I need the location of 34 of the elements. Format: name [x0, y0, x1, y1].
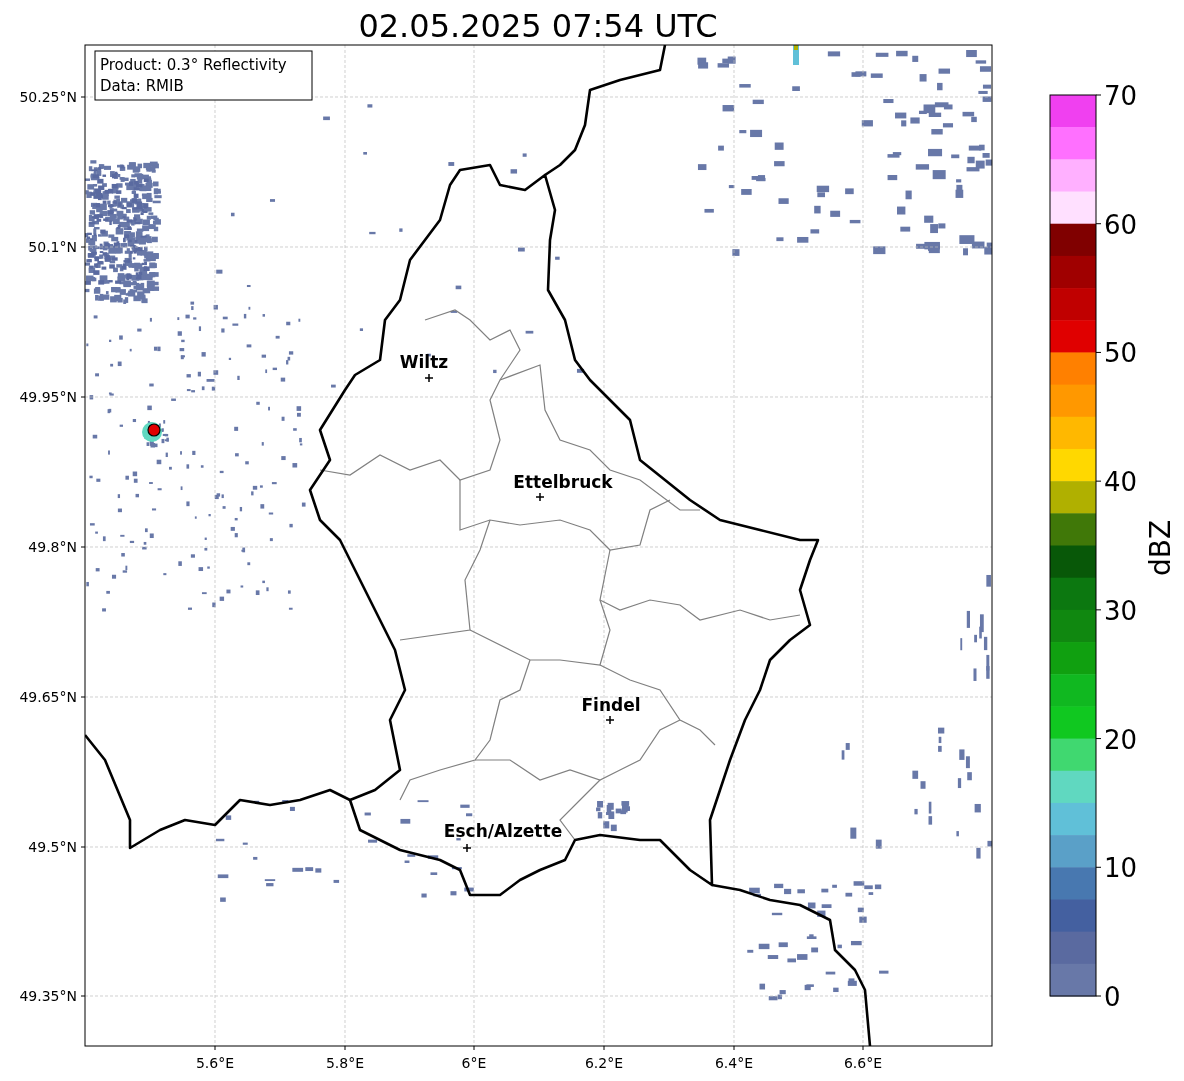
city-marker-icon	[424, 373, 434, 383]
colorbar-tick-label: 10	[1104, 853, 1138, 884]
city-marker-icon	[462, 843, 472, 853]
longitude-tick-label: 6.6°E	[843, 1055, 883, 1071]
colorbar-tick-label: 50	[1104, 338, 1138, 369]
longitude-tick-label: 6.4°E	[714, 1055, 754, 1071]
radar-site-marker	[147, 423, 161, 437]
latitude-tick-label: 49.5°N	[28, 839, 77, 855]
latitude-tick-label: 49.65°N	[19, 689, 77, 705]
colorbar-tick-label: 60	[1104, 209, 1138, 240]
longitude-tick-label: 5.8°E	[325, 1055, 365, 1071]
colorbar-tick-label: 0	[1104, 982, 1121, 1012]
longitude-tick-label: 6.2°E	[584, 1055, 624, 1071]
latitude-tick-label: 50.25°N	[19, 89, 77, 105]
city-marker-icon	[605, 715, 615, 725]
latitude-tick-label: 50.1°N	[28, 239, 77, 255]
colorbar-tick-label: 40	[1104, 467, 1138, 498]
latitude-tick-label: 49.8°N	[28, 539, 77, 555]
city-marker-icon	[535, 492, 545, 502]
colorbar-title: dBZ	[1144, 519, 1177, 577]
latitude-tick-label: 49.95°N	[19, 389, 77, 405]
info-text: Product: 0.3° Reflectivity	[100, 56, 287, 74]
colorbar-tick-label: 70	[1104, 81, 1138, 111]
longitude-tick-label: 6°E	[461, 1055, 487, 1071]
chart-title: 02.05.2025 07:54 UTC	[358, 7, 718, 45]
city-label: Wiltz	[399, 352, 449, 372]
city-label: Ettelbruck	[513, 472, 613, 492]
colorbar-tick-label: 30	[1104, 595, 1138, 626]
city-label: Esch/Alzette	[443, 821, 563, 841]
latitude-tick-label: 49.35°N	[19, 988, 77, 1004]
info-text: Data: RMIB	[100, 77, 184, 95]
city-label: Findel	[581, 695, 641, 715]
colorbar-tick-label: 20	[1104, 724, 1138, 755]
longitude-tick-label: 5.6°E	[195, 1055, 235, 1071]
